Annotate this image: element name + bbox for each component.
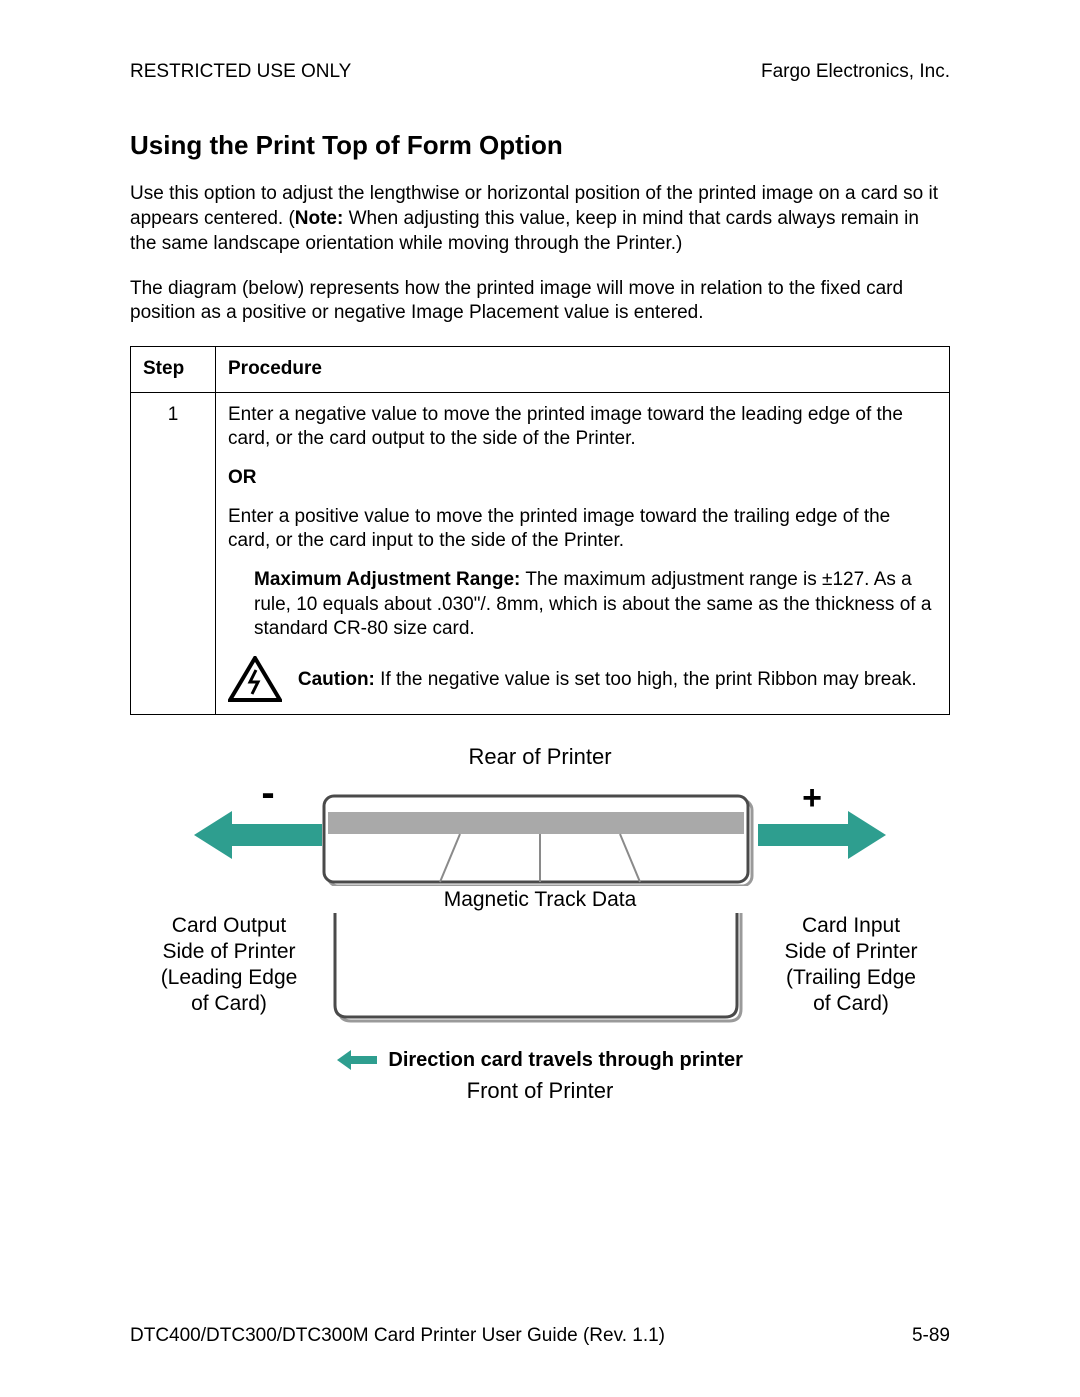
- intro-paragraph-2: The diagram (below) represents how the p…: [130, 277, 950, 326]
- proc-caution: Caution: If the negative value is set to…: [228, 656, 937, 704]
- diagram-svg: - +: [160, 776, 920, 886]
- plus-label: +: [802, 779, 822, 817]
- col-step: Step: [131, 346, 216, 392]
- proc-positive: Enter a positive value to move the print…: [228, 505, 937, 554]
- procedure-cell: Enter a negative value to move the print…: [216, 392, 950, 715]
- left4: of Card): [149, 991, 309, 1017]
- direction-caption: Direction card travels through printer: [388, 1047, 743, 1073]
- proc-range: Maximum Adjustment Range: The maximum ad…: [254, 568, 937, 642]
- right2: Side of Printer: [771, 939, 931, 965]
- step-number: 1: [131, 392, 216, 715]
- left-side-label: Card Output Side of Printer (Leading Edg…: [149, 913, 309, 1018]
- right3: (Trailing Edge: [771, 965, 931, 991]
- col-procedure: Procedure: [216, 346, 950, 392]
- right4: of Card): [771, 991, 931, 1017]
- note-label: Note:: [295, 208, 344, 229]
- diagram-labels-row: Card Output Side of Printer (Leading Edg…: [130, 890, 950, 1041]
- proc-negative: Enter a negative value to move the print…: [228, 403, 937, 452]
- left1: Card Output: [149, 913, 309, 939]
- mag-label: Magnetic Track Data: [325, 886, 755, 913]
- direction-row: Direction card travels through printer: [130, 1047, 950, 1073]
- page-header: RESTRICTED USE ONLY Fargo Electronics, I…: [130, 60, 950, 85]
- proc-or: OR: [228, 466, 937, 491]
- range-label: Maximum Adjustment Range:: [254, 569, 520, 590]
- right-side-label: Card Input Side of Printer (Trailing Edg…: [771, 913, 931, 1018]
- right1: Card Input: [771, 913, 931, 939]
- intro-paragraph-1: Use this option to adjust the lengthwise…: [130, 182, 950, 256]
- procedure-table: Step Procedure 1 Enter a negative value …: [130, 346, 950, 715]
- page-title: Using the Print Top of Form Option: [130, 129, 950, 163]
- left2: Side of Printer: [149, 939, 309, 965]
- direction-arrow-icon: [337, 1050, 377, 1070]
- caution-label: Caution:: [298, 669, 375, 690]
- left3: (Leading Edge: [149, 965, 309, 991]
- card-bottom-svg: [325, 913, 755, 1033]
- document-page: RESTRICTED USE ONLY Fargo Electronics, I…: [0, 0, 1080, 1397]
- caution-text: If the negative value is set too high, t…: [375, 669, 917, 690]
- page-footer: DTC400/DTC300/DTC300M Card Printer User …: [130, 1324, 950, 1349]
- footer-left: DTC400/DTC300/DTC300M Card Printer User …: [130, 1324, 665, 1349]
- diagram-front-label: Front of Printer: [130, 1077, 950, 1106]
- footer-right: 5-89: [912, 1324, 950, 1349]
- header-right: Fargo Electronics, Inc.: [761, 60, 950, 85]
- caution-icon: [228, 656, 282, 704]
- center-card-label: Magnetic Track Data: [325, 890, 755, 1041]
- diagram: Rear of Printer - + Card Output Side: [130, 743, 950, 1105]
- table-header-row: Step Procedure: [131, 346, 950, 392]
- minus-label: -: [261, 776, 274, 815]
- header-left: RESTRICTED USE ONLY: [130, 60, 351, 85]
- table-row: 1 Enter a negative value to move the pri…: [131, 392, 950, 715]
- diagram-rear-label: Rear of Printer: [130, 743, 950, 772]
